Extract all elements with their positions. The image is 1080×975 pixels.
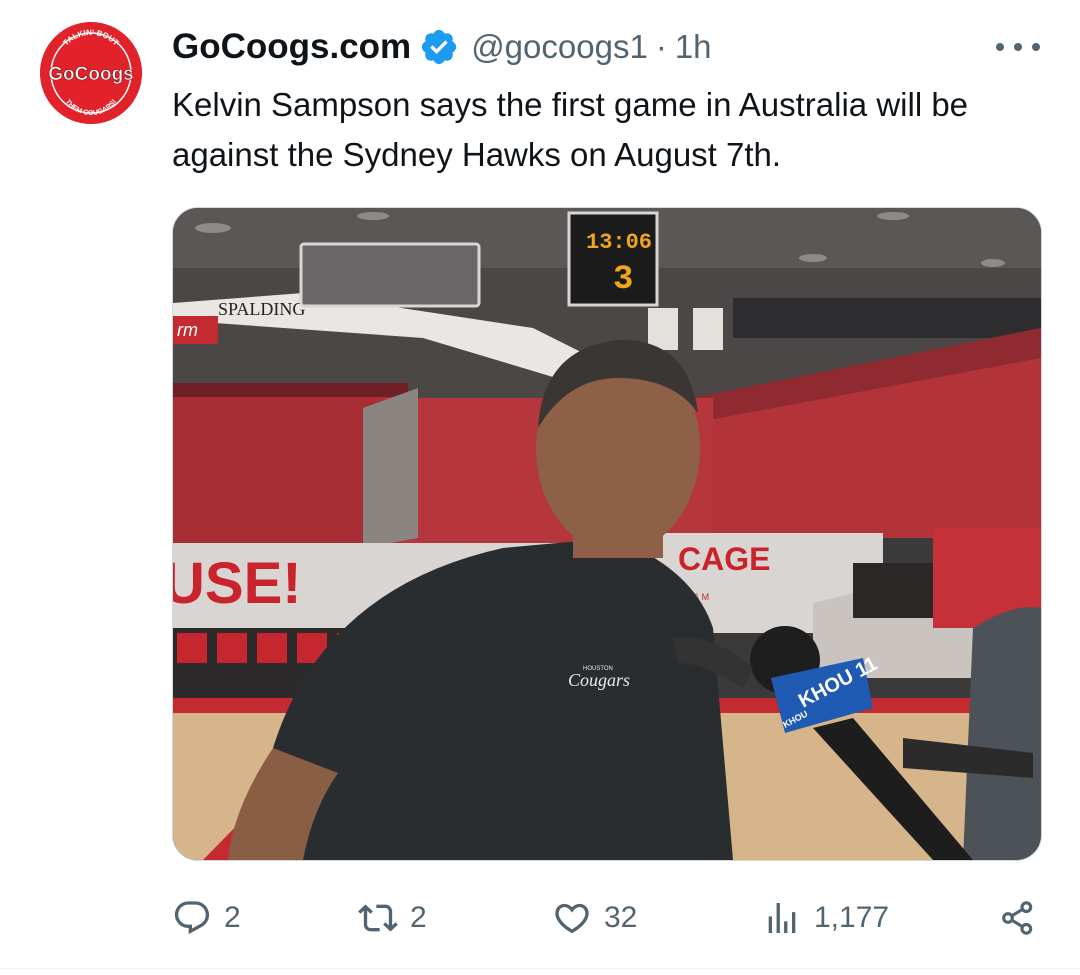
- reply-button[interactable]: 2: [172, 890, 241, 946]
- reply-count: 2: [224, 901, 241, 934]
- view-count: 1,177: [814, 901, 890, 934]
- tweet-timestamp[interactable]: 1h: [675, 28, 712, 66]
- arena-photo: USE! CAGE BY JUDY & M rm SPALDING: [173, 208, 1041, 860]
- tweet-media-photo[interactable]: USE! CAGE BY JUDY & M rm SPALDING: [172, 207, 1042, 861]
- svg-text:13:06: 13:06: [586, 230, 652, 255]
- svg-text:CAGE: CAGE: [678, 541, 770, 577]
- share-icon: [998, 898, 1038, 938]
- share-button[interactable]: [998, 890, 1038, 946]
- like-count: 32: [604, 901, 638, 934]
- svg-text:HOUSTON: HOUSTON: [583, 666, 613, 672]
- retweet-button[interactable]: 2: [358, 890, 427, 946]
- separator-dot: ·: [655, 28, 667, 65]
- views-icon: [762, 898, 802, 938]
- heart-icon: [552, 898, 592, 938]
- verified-badge-icon[interactable]: [419, 27, 459, 67]
- views-button[interactable]: 1,177: [762, 890, 889, 946]
- tweet-action-bar: 2 2 32 1,177: [0, 890, 1080, 946]
- svg-text:GoCoogs: GoCoogs: [48, 64, 134, 85]
- display-name[interactable]: GoCoogs.com: [172, 27, 411, 67]
- like-button[interactable]: 32: [552, 890, 637, 946]
- retweet-count: 2: [410, 901, 427, 934]
- tweet-header: GoCoogs.com @gocoogs1 · 1h: [172, 24, 712, 70]
- gocoogs-logo: TALKIN' BOUT GoCoogs THEM COUGARS!: [40, 22, 142, 124]
- svg-text:USE!: USE!: [173, 551, 302, 616]
- tweet-divider: [0, 968, 1080, 969]
- svg-text:rm: rm: [177, 320, 198, 340]
- reply-icon: [172, 898, 212, 938]
- retweet-icon: [358, 898, 398, 938]
- tweet-text: Kelvin Sampson says the first game in Au…: [172, 86, 969, 173]
- author-handle[interactable]: @gocoogs1: [471, 28, 648, 66]
- svg-text:Cougars: Cougars: [568, 670, 630, 690]
- author-avatar[interactable]: TALKIN' BOUT GoCoogs THEM COUGARS!: [40, 22, 142, 124]
- svg-text:3: 3: [613, 261, 633, 299]
- svg-text:SPALDING: SPALDING: [218, 299, 305, 319]
- tweet[interactable]: TALKIN' BOUT GoCoogs THEM COUGARS! GoCoo…: [0, 0, 1080, 975]
- more-icon[interactable]: [996, 30, 1040, 64]
